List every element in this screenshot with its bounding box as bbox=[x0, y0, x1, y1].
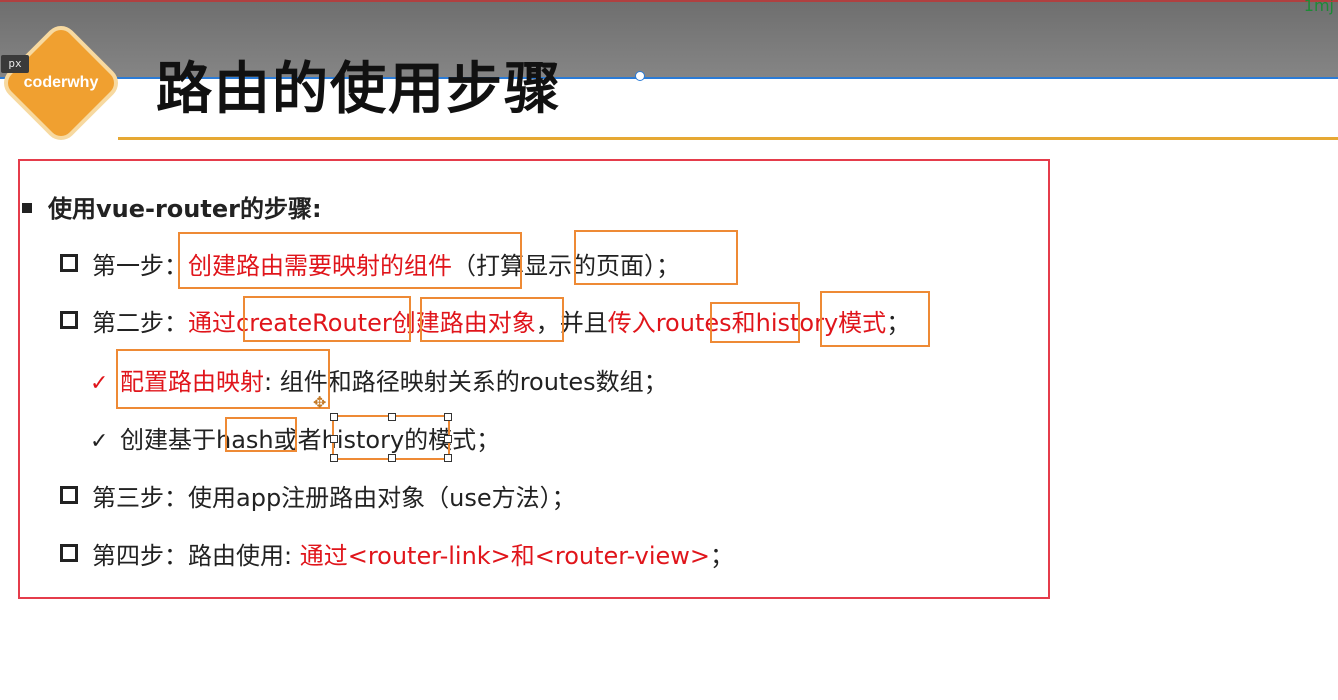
step-2-highlight-2: 传入routes和history模式 bbox=[607, 309, 887, 337]
step-4-text: 路由使用: bbox=[188, 542, 300, 570]
sub-step-1-rest: : 组件和路径映射关系的routes数组； bbox=[264, 368, 668, 396]
corner-watermark-text: 1mj bbox=[1303, 0, 1334, 15]
step-4-end: ； bbox=[710, 542, 735, 570]
logo-text: coderwhy bbox=[23, 74, 99, 91]
steps-heading: 使用vue-router的步骤: bbox=[48, 195, 322, 223]
resize-handle[interactable] bbox=[330, 413, 338, 421]
title-underline bbox=[118, 137, 1338, 140]
selected-annotation-box[interactable] bbox=[330, 413, 452, 462]
resize-handle[interactable] bbox=[330, 454, 338, 462]
step-1-row: 第一步：创建路由需要映射的组件（打算显示的页面）； bbox=[60, 246, 680, 281]
selection-rotate-handle[interactable] bbox=[635, 71, 645, 81]
step-4-label: 第四步： bbox=[92, 542, 188, 570]
resize-handle[interactable] bbox=[444, 435, 452, 443]
page-title: 路由的使用步骤 bbox=[156, 57, 562, 122]
step-1-rest: （打算显示的页面）； bbox=[452, 252, 680, 280]
resize-handle[interactable] bbox=[330, 435, 338, 443]
move-cursor-icon: ✥ bbox=[313, 393, 327, 412]
hollow-square-bullet-icon bbox=[60, 544, 78, 562]
resize-handle[interactable] bbox=[444, 454, 452, 462]
hollow-square-bullet-icon bbox=[60, 311, 78, 329]
step-2-row: 第二步：通过createRouter创建路由对象，并且传入routes和hist… bbox=[60, 303, 910, 338]
step-3-text: 使用app注册路由对象（use方法）； bbox=[188, 484, 576, 512]
checkmark-icon: ✓ bbox=[90, 429, 109, 454]
step-1-highlight: 创建路由需要映射的组件 bbox=[188, 252, 452, 280]
px-unit-tag[interactable]: px bbox=[1, 55, 29, 73]
step-2-label: 第二步： bbox=[92, 309, 188, 337]
step-4-highlight: 通过<router-link>和<router-view> bbox=[299, 542, 711, 570]
step-3-label: 第三步： bbox=[92, 484, 188, 512]
step-2-mid: ，并且 bbox=[535, 309, 608, 337]
sub-step-1-highlight: 配置路由映射 bbox=[120, 368, 264, 396]
step-2-end: ； bbox=[886, 309, 911, 337]
hollow-square-bullet-icon bbox=[60, 254, 78, 272]
hollow-square-bullet-icon bbox=[60, 486, 78, 504]
step-3-row: 第三步：使用app注册路由对象（use方法）； bbox=[60, 478, 576, 513]
top-edge-line bbox=[0, 0, 1338, 2]
step-2-highlight-1: 通过createRouter创建路由对象 bbox=[188, 309, 536, 337]
resize-handle[interactable] bbox=[388, 413, 396, 421]
resize-handle[interactable] bbox=[388, 454, 396, 462]
resize-handle[interactable] bbox=[444, 413, 452, 421]
checkmark-icon: ✓ bbox=[90, 371, 109, 396]
steps-heading-row: 使用vue-router的步骤: bbox=[22, 189, 322, 224]
sub-step-1-row: ✓ 配置路由映射: 组件和路径映射关系的routes数组； bbox=[90, 362, 668, 397]
step-1-label: 第一步： bbox=[92, 252, 188, 280]
step-4-row: 第四步：路由使用: 通过<router-link>和<router-view>； bbox=[60, 536, 734, 571]
square-bullet-icon bbox=[22, 203, 32, 213]
